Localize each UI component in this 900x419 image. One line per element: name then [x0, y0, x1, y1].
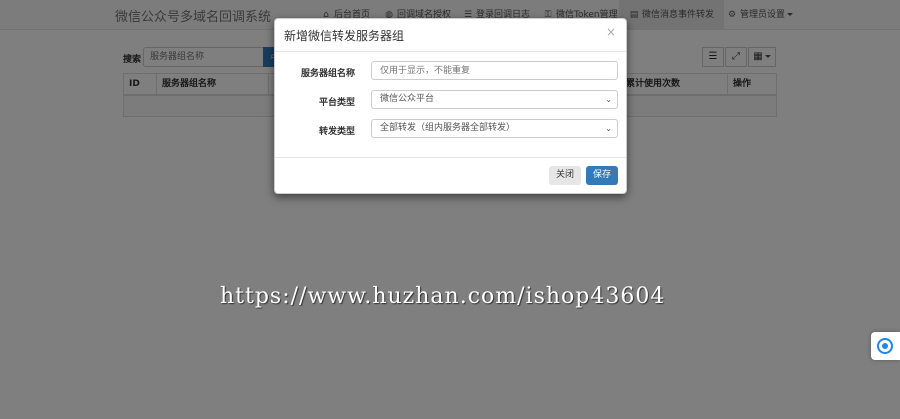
save-button[interactable]: 保存: [586, 166, 618, 185]
forward-type-label: 转发类型: [318, 127, 355, 137]
chevron-down-icon: ⌄: [605, 124, 612, 133]
watermark-text: https://www.huzhan.com/ishop43604: [220, 284, 666, 309]
support-icon: [877, 338, 893, 354]
platform-type-value: 微信公众平台: [380, 94, 435, 104]
forward-type-select[interactable]: 全部转发（组内服务器全部转发） ⌄: [371, 119, 618, 138]
server-group-name-input[interactable]: [371, 61, 618, 80]
forward-type-value: 全部转发（组内服务器全部转发）: [380, 123, 516, 133]
platform-type-label: 平台类型: [318, 98, 355, 108]
add-server-group-modal: 新增微信转发服务器组 × 服务器组名称 平台类型 微信公众平台 ⌄ 转发类型 全…: [274, 18, 627, 194]
floating-support-widget[interactable]: [871, 332, 900, 360]
close-button[interactable]: 关闭: [549, 166, 581, 185]
modal-header: 新增微信转发服务器组 ×: [275, 19, 626, 52]
modal-title: 新增微信转发服务器组: [284, 29, 405, 43]
close-icon[interactable]: ×: [606, 25, 616, 39]
modal-footer: 关闭 保存: [275, 157, 626, 194]
server-group-name-label: 服务器组名称: [300, 69, 355, 79]
chevron-down-icon: ⌄: [605, 95, 612, 104]
platform-type-select[interactable]: 微信公众平台 ⌄: [371, 90, 618, 109]
